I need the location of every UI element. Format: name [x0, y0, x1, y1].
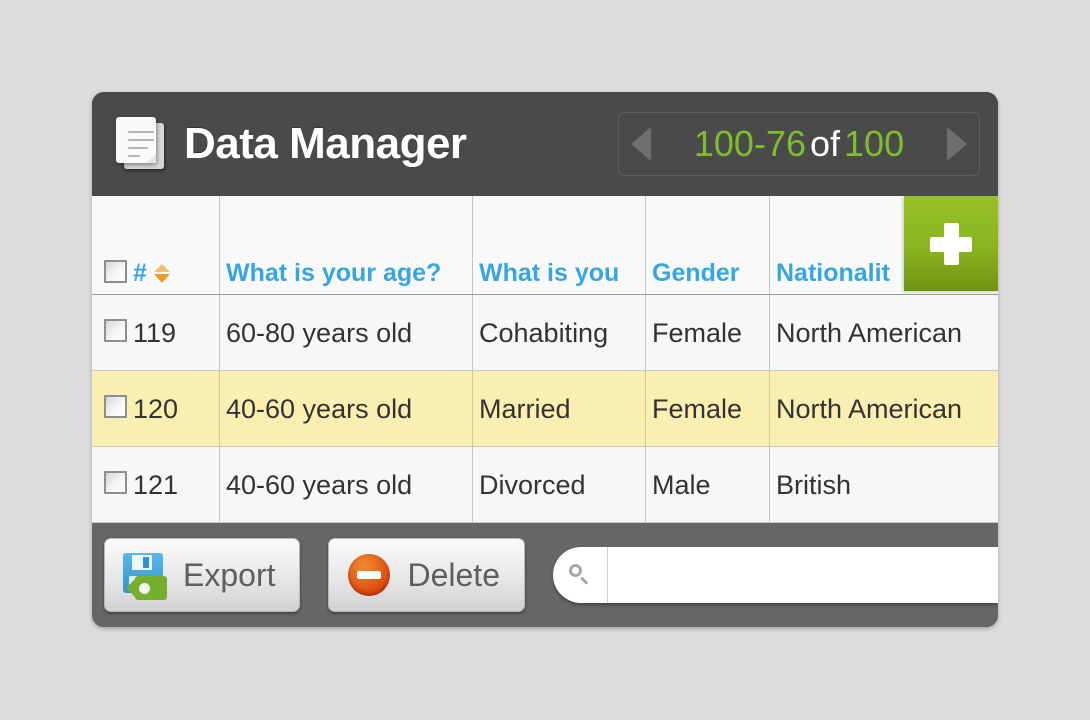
row-id-label: 119	[133, 317, 177, 348]
sort-updown-icon[interactable]	[153, 264, 170, 283]
search-icon[interactable]	[553, 547, 608, 603]
table-cell-status: Divorced	[473, 447, 646, 523]
data-table: # What is your age? What is you Gender N…	[92, 196, 998, 523]
documents-stack-icon	[110, 113, 172, 175]
table-cell-age: 40-60 years old	[220, 371, 473, 447]
table-header-cell-id[interactable]: #	[92, 196, 220, 294]
table-cell-age: 40-60 years old	[220, 447, 473, 523]
pagination-label: 100-76 of 100	[651, 126, 947, 162]
bottom-toolbar: Export Delete	[92, 523, 998, 627]
column-header-label: #	[133, 259, 147, 287]
triangle-left-icon[interactable]	[631, 127, 651, 161]
triangle-right-icon[interactable]	[947, 127, 967, 161]
export-button[interactable]: Export	[104, 538, 301, 612]
table-cell-nationality: North American	[776, 317, 963, 348]
pagination-control: 100-76 of 100	[618, 112, 980, 176]
table-cell-status: Cohabiting	[473, 295, 646, 371]
table-header-cell-age[interactable]: What is your age?	[220, 196, 473, 294]
table-cell-nationality: British	[776, 469, 852, 500]
table-cell-age: 60-80 years old	[220, 295, 473, 371]
row-id-label: 121	[133, 469, 179, 500]
table-cell-status: Married	[473, 371, 646, 447]
row-select-checkbox[interactable]	[104, 394, 127, 418]
pagination-of-label: of	[810, 123, 841, 164]
column-header-label: What is your age?	[226, 259, 442, 287]
table-cell-id[interactable]: 121	[92, 447, 220, 523]
page-title: Data Manager	[184, 119, 467, 168]
table-cell-id[interactable]: 119	[92, 295, 220, 371]
data-manager-window: Data Manager 100-76 of 100 # What is your …	[92, 92, 998, 627]
table-header-row: # What is your age? What is you Gender N…	[92, 196, 998, 295]
row-select-checkbox[interactable]	[104, 318, 127, 342]
delete-button[interactable]: Delete	[328, 538, 525, 612]
select-all-checkbox[interactable]	[104, 260, 127, 283]
table-row[interactable]: 121 40-60 years old Divorced Male Britis…	[92, 447, 998, 523]
search-input[interactable]	[607, 549, 998, 601]
table-row[interactable]: 119 60-80 years old Cohabiting Female No…	[92, 295, 998, 371]
table-cell-id[interactable]: 120	[92, 371, 220, 447]
delete-button-label: Delete	[407, 557, 500, 593]
table-header-cell-status[interactable]: What is you	[473, 196, 646, 294]
table-cell-gender: Female	[646, 371, 770, 447]
export-button-label: Export	[183, 557, 276, 593]
pagination-total: 100	[844, 123, 905, 164]
pagination-range: 100-76	[693, 123, 806, 164]
table-row[interactable]: 120 40-60 years old Married Female North…	[92, 371, 998, 447]
column-header-label: Nationalit	[776, 259, 890, 287]
table-cell-nationality: North American	[776, 393, 963, 424]
search-box[interactable]	[552, 547, 998, 603]
table-cell-gender: Female	[646, 295, 770, 371]
red-minus-circle-icon	[347, 553, 391, 597]
column-header-label: Gender	[652, 259, 740, 287]
floppy-disk-export-icon	[123, 553, 167, 600]
row-id-label: 120	[133, 393, 179, 424]
plus-icon	[928, 221, 974, 267]
table-cell-gender: Male	[646, 447, 770, 523]
row-select-checkbox[interactable]	[104, 470, 127, 494]
window-header: Data Manager 100-76 of 100	[92, 92, 998, 196]
add-record-button[interactable]	[904, 196, 998, 291]
column-header-label: What is you	[479, 259, 620, 287]
table-header-cell-gender[interactable]: Gender	[646, 196, 770, 294]
